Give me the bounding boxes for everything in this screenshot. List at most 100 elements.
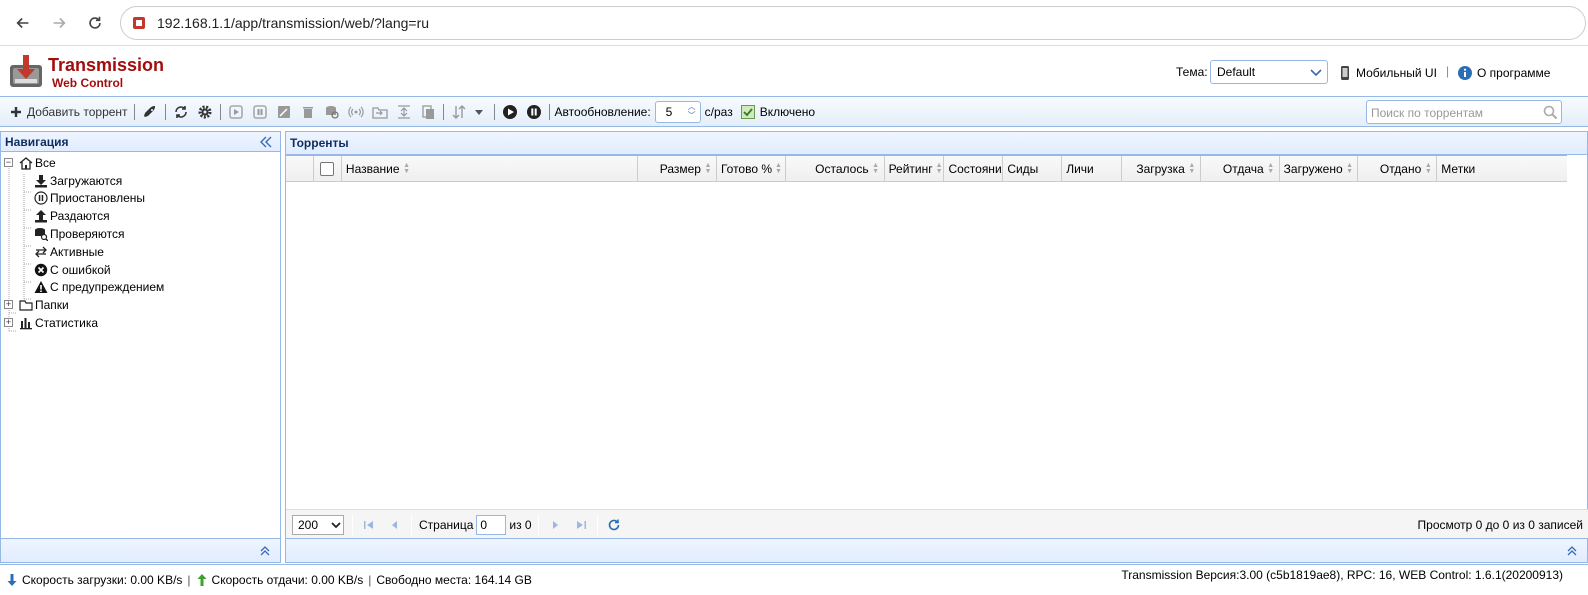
add-torrent-button[interactable]: Добавить торрент <box>6 101 131 123</box>
about-link[interactable]: О программе <box>1457 65 1550 81</box>
column-header-name[interactable]: Название ▲ ▼ <box>342 156 639 182</box>
forward-icon[interactable] <box>42 6 76 40</box>
expand-up-icon[interactable] <box>1565 543 1579 557</box>
last-page-icon[interactable] <box>573 517 589 533</box>
arrows-exchange-icon <box>33 244 49 260</box>
start-icon[interactable] <box>228 104 244 120</box>
autorefresh-input[interactable]: 5 ︿ ﹀ <box>654 100 701 123</box>
nav-item-label: Все <box>35 155 56 170</box>
nav-item-warning[interactable]: С предупреждением <box>1 279 280 297</box>
page-total-label: из 0 <box>509 517 532 532</box>
warning-icon <box>33 279 49 295</box>
rename-icon[interactable] <box>276 104 292 120</box>
sort-icon: ▲ ▼ <box>872 162 880 175</box>
page-number-input[interactable]: 0 <box>476 514 507 535</box>
gear-icon[interactable] <box>197 104 213 120</box>
checkbox-icon <box>320 162 335 176</box>
pager-separator <box>352 514 353 535</box>
mobile-ui-label: Мобильный UI <box>1356 66 1437 80</box>
move-folder-icon[interactable] <box>371 104 388 120</box>
trash-icon[interactable] <box>300 104 316 120</box>
copy-icon[interactable] <box>420 104 436 120</box>
nav-item-downloading[interactable]: Загружаются <box>1 172 280 190</box>
upload-speed: Скорость отдачи: 0.00 KB/s <box>211 573 364 587</box>
about-label: О программе <box>1477 66 1551 80</box>
autorefresh-unit: с/раз <box>704 104 733 119</box>
prev-page-icon[interactable] <box>387 517 403 533</box>
site-info-icon[interactable] <box>131 15 147 31</box>
nav-item-checking[interactable]: Проверяются <box>1 225 280 243</box>
column-header-done[interactable]: Готово % ▲ ▼ <box>717 156 786 182</box>
sort-icon: ▲ ▼ <box>1188 162 1196 175</box>
column-header-status[interactable]: Состояние <box>944 156 1004 182</box>
toolbar-separator <box>493 103 495 120</box>
nav-item-error[interactable]: С ошибкой <box>1 261 280 279</box>
column-header-ratio[interactable]: Рейтинг ▲ ▼ <box>885 156 945 182</box>
select-all-checkbox[interactable] <box>314 156 342 182</box>
chevron-down-icon[interactable] <box>471 104 487 120</box>
column-header-seeds[interactable]: Сиды <box>1003 156 1063 182</box>
nav-item-paused[interactable]: Приостановлены <box>1 190 280 208</box>
nav-item-statistics[interactable]: + Статистика <box>1 314 280 332</box>
column-header-downloaded[interactable]: Загружено ▲ ▼ <box>1280 156 1359 182</box>
column-header-labels[interactable]: Метки <box>1437 156 1567 182</box>
theme-select[interactable]: Default <box>1210 60 1328 84</box>
set-limits-icon[interactable] <box>396 104 412 120</box>
tree-collapse-icon[interactable]: − <box>4 158 13 167</box>
announce-icon[interactable] <box>347 104 364 120</box>
expand-up-icon[interactable] <box>258 543 272 557</box>
nav-item-seeding[interactable]: Раздаются <box>1 207 280 225</box>
status-separator: | <box>368 573 372 587</box>
nav-item-all[interactable]: − Все <box>1 154 280 172</box>
add-torrent-label: Добавить торрент <box>27 104 128 119</box>
plus-icon <box>11 106 21 117</box>
tree-expand-icon[interactable]: + <box>4 300 13 310</box>
home-icon <box>18 155 34 171</box>
verify-icon[interactable] <box>324 104 340 120</box>
sort-icon: ▲ ▼ <box>775 162 782 175</box>
column-header-upload[interactable]: Отдача ▲ ▼ <box>1201 156 1280 182</box>
column-header-download[interactable]: Загрузка ▲ ▼ <box>1122 156 1201 182</box>
column-header-peers[interactable]: Личи <box>1062 156 1123 182</box>
address-bar[interactable]: 192.168.1.1/app/transmission/web/?lang=r… <box>120 6 1586 40</box>
column-header-size[interactable]: Размер ▲ ▼ <box>638 156 717 182</box>
app-subtitle: Web Control <box>52 76 124 90</box>
nav-item-folders[interactable]: + Папки <box>1 296 280 314</box>
navigation-panel: Навигация − Все Загружаются Приостановле… <box>0 131 281 563</box>
pause-icon[interactable] <box>252 104 268 120</box>
search-input[interactable]: Поиск по торрентам <box>1366 100 1562 124</box>
collapse-left-icon[interactable] <box>258 134 274 150</box>
error-circle-icon <box>33 262 49 278</box>
phone-icon <box>1341 66 1349 80</box>
pause-all-icon[interactable] <box>526 104 542 120</box>
column-header-label: Отдано <box>1379 162 1422 176</box>
column-header-label: Состояние <box>948 162 1004 176</box>
reload-icon[interactable] <box>78 6 112 40</box>
torrents-header: Торренты <box>286 132 1587 155</box>
column-header-label: Рейтинг <box>888 162 933 176</box>
status-separator: | <box>187 573 191 587</box>
column-header-blank <box>286 156 314 182</box>
column-header-remaining[interactable]: Осталось ▲ ▼ <box>786 156 885 182</box>
search-icon[interactable] <box>1542 104 1558 120</box>
torrent-grid-header: Название ▲ ▼ Размер ▲ ▼ Готово % ▲ ▼ Осталось ▲… <box>286 155 1567 182</box>
page-size-select[interactable]: 200 <box>292 514 344 535</box>
back-icon[interactable] <box>6 6 40 40</box>
rocket-icon[interactable] <box>142 104 158 120</box>
mobile-ui-link[interactable]: Мобильный UI <box>1338 65 1437 81</box>
torrents-panel: Торренты Название ▲ ▼ Размер ▲ ▼ Готово % ▲ ▼ … <box>285 131 1588 563</box>
first-page-icon[interactable] <box>361 517 377 533</box>
upload-icon <box>33 208 49 224</box>
refresh-icon[interactable] <box>173 104 189 120</box>
app-title: Transmission <box>48 55 165 75</box>
spinner-icon[interactable]: ︿ ﹀ <box>686 102 698 122</box>
autorefresh-label: Автообновление: <box>554 104 651 119</box>
queue-icon[interactable] <box>451 104 467 120</box>
nav-item-active[interactable]: Активные <box>1 243 280 261</box>
autorefresh-toggle[interactable]: Включено <box>740 104 815 119</box>
tree-expand-icon[interactable]: + <box>4 318 13 328</box>
reload-page-icon[interactable] <box>606 517 622 533</box>
start-all-icon[interactable] <box>502 104 518 120</box>
next-page-icon[interactable] <box>547 517 563 533</box>
column-header-uploaded[interactable]: Отдано ▲ ▼ <box>1358 156 1438 182</box>
